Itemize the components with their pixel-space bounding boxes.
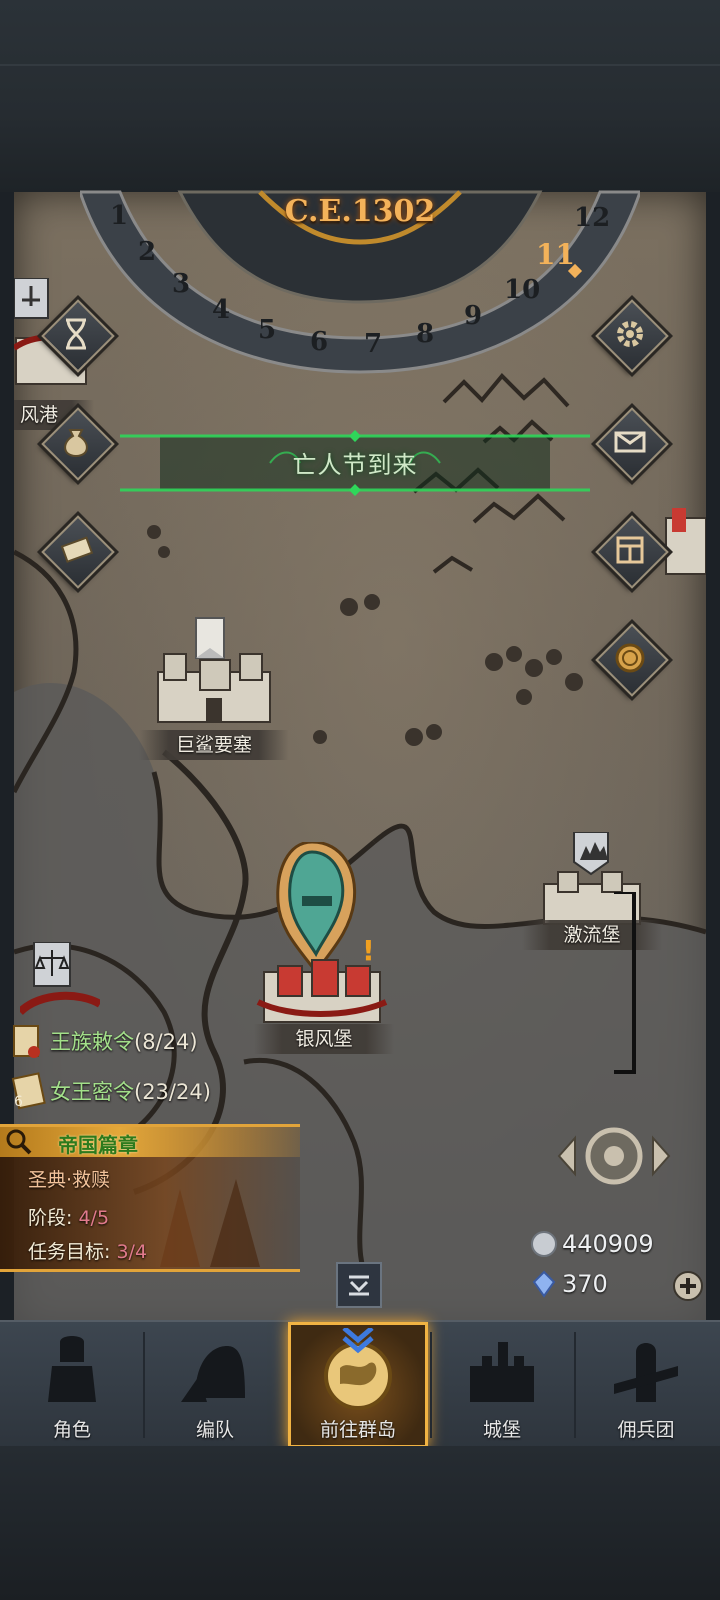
svg-text:1: 1: [110, 201, 128, 231]
footer-bar: [0, 1446, 720, 1600]
islands-icon: [324, 1328, 392, 1410]
silver-amount: 440909: [562, 1230, 654, 1258]
royal-decree-icon: [13, 1025, 40, 1058]
region-border-marker: [614, 892, 636, 1074]
mail-button[interactable]: [595, 407, 669, 481]
hourglass-button[interactable]: [41, 299, 115, 373]
svg-text:8: 8: [416, 319, 434, 349]
chapter-goal: 任务目标: 3/4: [28, 1241, 148, 1263]
castle-icon: [470, 1342, 534, 1402]
squad-icon: [181, 1346, 245, 1402]
silverwind-castle[interactable]: !: [250, 842, 390, 1032]
gear-icon: [617, 321, 643, 347]
mercenary-icon: [614, 1343, 678, 1402]
money-bag-icon: [64, 429, 88, 458]
nav-tab-character[interactable]: 角色: [2, 1322, 142, 1448]
svg-text:9: 9: [464, 301, 482, 331]
coin-button[interactable]: [595, 623, 669, 697]
empire-chapter-panel[interactable]: 帝国篇章 圣典·救赎 阶段: 4/5 任务目标: 3/4: [0, 1124, 300, 1272]
window-icon: [616, 536, 644, 564]
chapter-stage: 阶段: 4/5: [28, 1207, 110, 1229]
knight-icon: [48, 1336, 96, 1402]
locate-control[interactable]: [555, 1118, 673, 1194]
nav-tab-mercenary[interactable]: 佣兵团: [576, 1322, 716, 1448]
svg-text:5: 5: [258, 315, 276, 345]
svg-text:4: 4: [212, 295, 230, 325]
scroll-button[interactable]: [41, 515, 115, 589]
svg-text:6: 6: [14, 1094, 23, 1110]
chapter-subtitle: 圣典·救赎: [28, 1169, 111, 1191]
silver-coin-icon: [531, 1231, 557, 1257]
add-gems-button[interactable]: [672, 1270, 704, 1302]
svg-text:2: 2: [138, 237, 156, 267]
settings-button[interactable]: [595, 299, 669, 373]
place-label-shark-fortress: 巨鲨要塞: [139, 730, 289, 760]
svg-text:6: 6: [310, 327, 328, 357]
calendar-dial[interactable]: 123 45 6 7 89 1012 11: [80, 142, 640, 382]
svg-text:3: 3: [172, 269, 190, 299]
mail-icon: [614, 431, 646, 453]
search-icon[interactable]: [4, 1127, 34, 1157]
svg-text:7: 7: [364, 329, 382, 359]
edge-castle[interactable]: [660, 508, 706, 588]
chevron-down-icon: [349, 1275, 369, 1296]
money-bag-button[interactable]: [41, 407, 115, 481]
nav-tab-squad[interactable]: 编队: [145, 1322, 285, 1448]
shark-fortress-castle[interactable]: [144, 612, 284, 732]
gem-icon: [532, 1270, 556, 1298]
queen-order-icon: 6: [11, 1072, 46, 1110]
svg-text:12: 12: [574, 203, 610, 233]
place-label-silverwind: 银风堡: [254, 1024, 394, 1054]
hourglass-icon: [66, 318, 86, 350]
event-banner-label: 亡人节到来: [292, 451, 418, 479]
quest-queen-order[interactable]: 女王密令(23/24): [50, 1076, 211, 1106]
chapter-title: 帝国篇章: [58, 1133, 138, 1157]
bottom-navigation: 角色 编队 前往群岛 城堡 佣兵团: [0, 1320, 720, 1448]
quest-royal-decree[interactable]: 王族敕令(8/24): [50, 1026, 198, 1056]
chapter-art: [160, 1179, 260, 1267]
gem-amount: 370: [562, 1270, 608, 1298]
event-banner[interactable]: 亡人节到来: [120, 428, 590, 498]
window-button[interactable]: [595, 515, 669, 589]
year-label: C.E.1302: [284, 194, 436, 229]
svg-text:10: 10: [504, 275, 540, 305]
scroll-icon: [60, 536, 94, 563]
nav-tab-islands[interactable]: 前往群岛: [288, 1322, 428, 1448]
svg-text:!: !: [362, 934, 375, 967]
nav-tab-castle[interactable]: 城堡: [432, 1322, 572, 1448]
collapse-button[interactable]: [336, 1262, 382, 1308]
coin-icon: [615, 643, 645, 673]
current-month: 11: [536, 238, 575, 271]
